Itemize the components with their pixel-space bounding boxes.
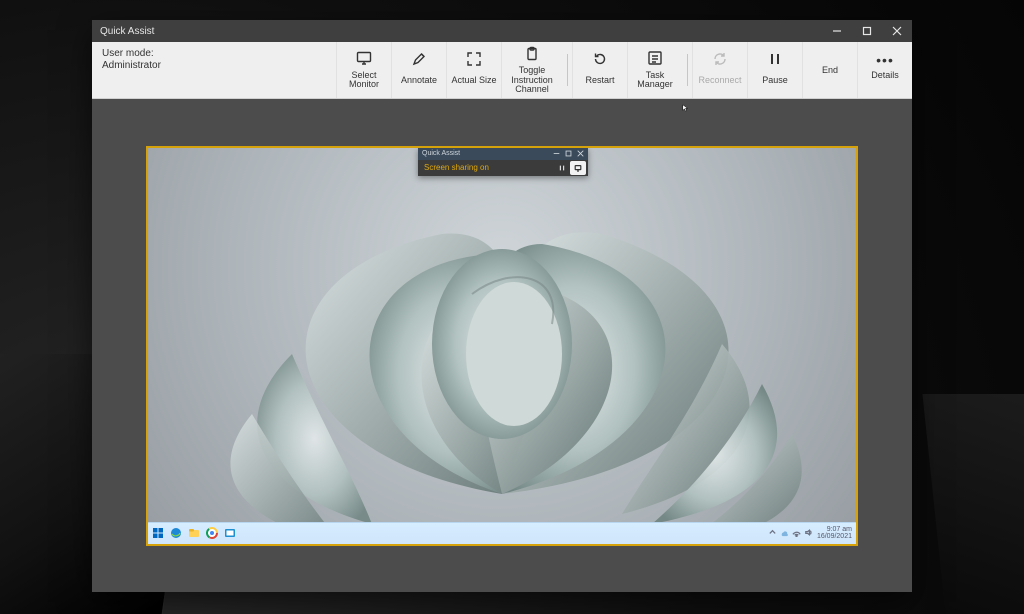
remote-overlay-title: Quick Assist xyxy=(422,150,460,157)
taskbar-date: 16/09/2021 xyxy=(817,533,852,540)
window-title: Quick Assist xyxy=(92,26,154,37)
close-button[interactable] xyxy=(882,20,912,42)
annotate-button[interactable]: Annotate xyxy=(391,42,446,98)
monitor-icon xyxy=(356,50,372,68)
remote-overlay-minimize-button[interactable] xyxy=(550,148,562,160)
end-button[interactable]: End xyxy=(802,42,857,98)
remote-overlay-window-controls xyxy=(550,148,586,160)
quick-assist-window: Quick Assist User mode: Administrator xyxy=(92,20,912,592)
toolbar: User mode: Administrator Select Monitor … xyxy=(92,42,912,99)
remote-taskbar[interactable]: 9:07 am 16/09/2021 xyxy=(148,522,856,544)
remote-quick-assist-overlay[interactable]: Quick Assist Screen sharing xyxy=(418,148,588,176)
onedrive-icon[interactable] xyxy=(780,528,789,539)
titlebar[interactable]: Quick Assist xyxy=(92,20,912,42)
user-mode-value: Administrator xyxy=(102,60,242,72)
task-manager-icon xyxy=(647,50,663,68)
remote-screen[interactable]: Quick Assist Screen sharing xyxy=(146,146,858,546)
actual-size-icon xyxy=(466,51,482,69)
user-mode-display: User mode: Administrator xyxy=(92,42,252,98)
window-controls xyxy=(822,20,912,42)
network-icon[interactable] xyxy=(792,528,801,539)
remote-overlay-maximize-button[interactable] xyxy=(562,148,574,160)
bg-shape-2 xyxy=(922,394,1024,614)
cursor-icon xyxy=(682,99,690,107)
ellipsis-icon: ••• xyxy=(876,55,894,65)
remote-overlay-stop-sharing-button[interactable] xyxy=(570,161,586,175)
remote-viewport-area: Quick Assist Screen sharing xyxy=(92,99,912,592)
edge-icon[interactable] xyxy=(168,526,183,541)
remote-wallpaper xyxy=(148,148,856,544)
reconnect-button: Reconnect xyxy=(692,42,747,98)
file-explorer-icon[interactable] xyxy=(186,526,201,541)
pause-button[interactable]: Pause xyxy=(747,42,802,98)
tray-chevron-icon[interactable] xyxy=(768,528,777,539)
toolbar-separator-1 xyxy=(562,42,572,98)
taskbar-clock[interactable]: 9:07 am 16/09/2021 xyxy=(817,526,852,540)
restart-button[interactable]: Restart xyxy=(572,42,627,98)
remote-overlay-titlebar[interactable]: Quick Assist xyxy=(418,148,588,160)
remote-taskbar-right: 9:07 am 16/09/2021 xyxy=(768,526,852,540)
details-button[interactable]: ••• Details xyxy=(857,42,912,98)
toolbar-spacer xyxy=(252,42,336,98)
remote-overlay-close-button[interactable] xyxy=(574,148,586,160)
maximize-button[interactable] xyxy=(852,20,882,42)
clipboard-icon xyxy=(524,46,540,64)
app-icon[interactable] xyxy=(222,526,237,541)
user-mode-label: User mode: xyxy=(102,48,242,60)
remote-overlay-pause-button[interactable] xyxy=(554,161,570,175)
reconnect-icon xyxy=(712,51,728,69)
remote-taskbar-left xyxy=(150,526,237,541)
taskbar-time: 9:07 am xyxy=(817,526,852,533)
pencil-icon xyxy=(411,51,427,69)
restart-icon xyxy=(592,51,608,69)
start-button[interactable] xyxy=(150,526,165,541)
volume-icon[interactable] xyxy=(804,528,813,539)
screen-sharing-status: Screen sharing on xyxy=(424,163,489,172)
remote-overlay-statusbar: Screen sharing on xyxy=(418,160,588,176)
actual-size-button[interactable]: Actual Size xyxy=(446,42,501,98)
pause-icon xyxy=(767,51,783,69)
task-manager-button[interactable]: Task Manager xyxy=(627,42,682,98)
toggle-instruction-channel-button[interactable]: Toggle Instruction Channel xyxy=(501,42,562,98)
system-tray[interactable] xyxy=(768,528,813,539)
minimize-button[interactable] xyxy=(822,20,852,42)
chrome-icon[interactable] xyxy=(204,526,219,541)
toolbar-separator-2 xyxy=(682,42,692,98)
toolbar-buttons: Select Monitor Annotate Actual Size Togg… xyxy=(336,42,912,98)
select-monitor-button[interactable]: Select Monitor xyxy=(336,42,391,98)
